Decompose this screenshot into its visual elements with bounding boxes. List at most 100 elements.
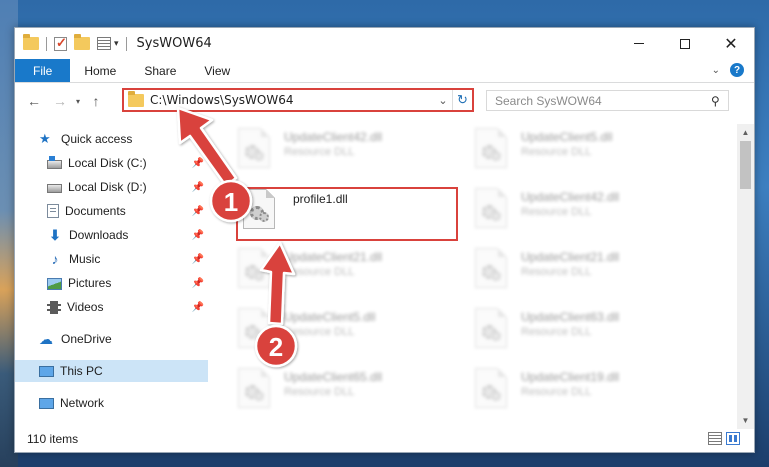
dll-file-icon xyxy=(238,248,270,288)
view-properties-icon[interactable] xyxy=(97,37,111,50)
up-button[interactable]: ↑ xyxy=(85,90,107,112)
sidebar-item-onedrive[interactable]: ☁ OneDrive xyxy=(15,328,208,350)
address-bar[interactable]: C:\Windows\SysWOW64 ⌄ ↻ xyxy=(122,88,474,112)
sidebar-item-quick-access[interactable]: ★ Quick access xyxy=(15,128,208,150)
music-icon: ♪ xyxy=(51,251,59,267)
search-box[interactable]: Search SysWOW64 ⚲ xyxy=(486,90,729,111)
videos-icon xyxy=(47,300,61,314)
status-bar: 110 items xyxy=(15,426,754,452)
maximize-button[interactable] xyxy=(662,28,708,59)
pictures-icon xyxy=(47,277,62,290)
sidebar-item-label: Documents xyxy=(65,204,126,218)
scrollbar-thumb[interactable] xyxy=(740,141,751,189)
address-history-chevron-icon[interactable]: ⌄ xyxy=(434,94,452,107)
file-explorer-window: ▾ SysWOW64 ✕ File Home Share View ⌄ ? ← … xyxy=(14,27,755,453)
expand-ribbon-chevron-icon[interactable]: ⌄ xyxy=(712,65,720,76)
cloud-icon: ☁ xyxy=(39,331,53,347)
properties-check-icon[interactable] xyxy=(54,35,67,51)
file-type: Resource DLL xyxy=(284,146,355,158)
forward-button[interactable]: → xyxy=(49,90,71,112)
file-item-profile1[interactable]: profile1.dll xyxy=(243,189,463,231)
new-folder-icon[interactable] xyxy=(74,34,90,50)
file-name: UpdateClient42.dll xyxy=(521,190,620,204)
dll-file-icon xyxy=(475,188,507,228)
documents-icon xyxy=(47,204,59,218)
dll-file-icon xyxy=(475,128,507,168)
file-item[interactable]: UpdateClient21.dll Resource DLL xyxy=(238,248,458,290)
dll-file-icon xyxy=(475,248,507,288)
file-name: UpdateClient65.dll xyxy=(284,370,383,384)
vertical-scrollbar[interactable]: ▲ ▼ xyxy=(737,124,754,429)
sidebar-item-documents[interactable]: Documents 📌 xyxy=(15,200,208,222)
sidebar-item-label: Music xyxy=(69,252,101,266)
pin-icon[interactable]: 📌 xyxy=(192,254,204,265)
close-button[interactable]: ✕ xyxy=(708,28,754,59)
download-icon: ⬇ xyxy=(49,227,61,243)
file-item[interactable]: UpdateClient21.dll Resource DLL xyxy=(475,248,695,290)
tab-home[interactable]: Home xyxy=(70,59,130,82)
tab-file[interactable]: File xyxy=(15,59,71,82)
file-type: Resource DLL xyxy=(284,326,355,338)
minimize-icon xyxy=(634,43,644,44)
sidebar-item-label: OneDrive xyxy=(61,332,112,346)
sidebar-item-local-disk-c[interactable]: Local Disk (C:) 📌 xyxy=(15,152,208,174)
sidebar-item-this-pc[interactable]: This PC xyxy=(15,360,208,382)
drive-icon xyxy=(47,184,62,193)
sidebar-item-label: Local Disk (C:) xyxy=(68,156,147,170)
file-item[interactable]: UpdateClient5.dll Resource DLL xyxy=(475,128,695,170)
scroll-up-icon[interactable]: ▲ xyxy=(737,124,754,141)
file-name: UpdateClient42.dll xyxy=(284,130,383,144)
pin-icon[interactable]: 📌 xyxy=(192,158,204,169)
details-view-icon[interactable] xyxy=(708,432,722,445)
file-type: Resource DLL xyxy=(284,266,355,278)
file-name: UpdateClient19.dll xyxy=(521,370,620,384)
pin-icon[interactable]: 📌 xyxy=(192,206,204,217)
tab-share[interactable]: Share xyxy=(130,59,190,82)
refresh-icon[interactable]: ↻ xyxy=(452,90,472,110)
search-icon[interactable]: ⚲ xyxy=(711,94,720,108)
file-item[interactable]: UpdateClient65.dll Resource DLL xyxy=(238,368,458,410)
search-input[interactable]: Search SysWOW64 xyxy=(495,94,711,108)
pin-icon[interactable]: 📌 xyxy=(192,182,204,193)
sidebar-item-pictures[interactable]: Pictures 📌 xyxy=(15,272,208,294)
large-icons-view-icon[interactable] xyxy=(726,432,740,445)
recent-locations-chevron-icon[interactable]: ▾ xyxy=(71,90,85,112)
sidebar-item-local-disk-d[interactable]: Local Disk (D:) 📌 xyxy=(15,176,208,198)
file-name: UpdateClient21.dll xyxy=(284,250,383,264)
minimize-button[interactable] xyxy=(616,28,662,59)
file-item[interactable]: UpdateClient42.dll Resource DLL xyxy=(238,128,458,170)
tab-view[interactable]: View xyxy=(190,59,244,82)
sidebar-item-label: Downloads xyxy=(69,228,129,242)
dll-file-icon xyxy=(238,308,270,348)
sidebar-item-downloads[interactable]: ⬇ Downloads 📌 xyxy=(15,224,208,246)
file-item[interactable]: UpdateClient5.dll Resource DLL xyxy=(238,308,458,350)
sidebar-item-label: Pictures xyxy=(68,276,112,290)
file-item[interactable]: UpdateClient42.dll Resource DLL xyxy=(475,188,695,230)
title-bar: ▾ SysWOW64 ✕ xyxy=(15,28,754,59)
folder-icon xyxy=(128,90,144,107)
pin-icon[interactable]: 📌 xyxy=(192,278,204,289)
window-controls: ✕ xyxy=(616,28,754,59)
pin-icon[interactable]: 📌 xyxy=(192,230,204,241)
navigation-pane: ★ Quick access Local Disk (C:) 📌 Local D… xyxy=(15,124,208,424)
ribbon-right-controls: ⌄ ? xyxy=(712,63,744,77)
network-icon xyxy=(39,398,54,409)
sidebar-item-music[interactable]: ♪ Music 📌 xyxy=(15,248,208,270)
customize-toolbar-chevron-icon[interactable]: ▾ xyxy=(114,38,119,49)
maximize-icon xyxy=(680,38,690,49)
file-item[interactable]: UpdateClient63.dll Resource DLL xyxy=(475,308,695,350)
file-type: Resource DLL xyxy=(521,206,592,218)
file-item[interactable]: UpdateClient19.dll Resource DLL xyxy=(475,368,695,410)
computer-icon xyxy=(39,366,54,377)
dll-file-icon xyxy=(238,368,270,408)
help-icon[interactable]: ? xyxy=(730,63,744,77)
folder-icon[interactable] xyxy=(23,34,39,50)
sidebar-item-network[interactable]: Network xyxy=(15,392,208,414)
sidebar-item-videos[interactable]: Videos 📌 xyxy=(15,296,208,318)
dll-file-icon xyxy=(243,189,275,229)
file-type: Resource DLL xyxy=(521,146,592,158)
dll-file-icon xyxy=(475,368,507,408)
pin-icon[interactable]: 📌 xyxy=(192,302,204,313)
back-button[interactable]: ← xyxy=(23,90,45,112)
address-path[interactable]: C:\Windows\SysWOW64 xyxy=(150,93,434,107)
